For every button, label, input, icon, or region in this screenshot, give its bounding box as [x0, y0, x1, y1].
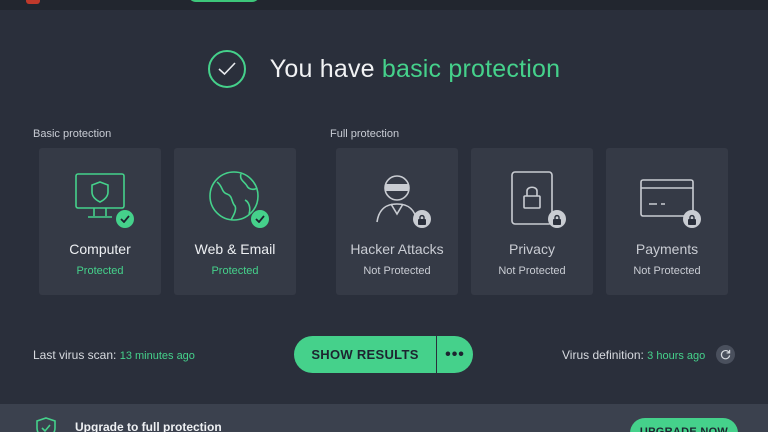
last-scan-label: Last virus scan: [33, 348, 120, 362]
top-action-button[interactable] [188, 0, 260, 2]
card-privacy[interactable]: Privacy Not Protected [471, 148, 593, 295]
card-title: Computer [69, 241, 131, 257]
upgrade-banner: Upgrade to full protection UPGRADE NOW [0, 404, 768, 432]
privacy-lock-icon [502, 168, 566, 228]
card-title: Hacker Attacks [350, 241, 444, 257]
scan-bar: Last virus scan: 13 minutes ago SHOW RES… [0, 336, 768, 374]
show-results-button[interactable]: SHOW RESULTS [294, 336, 436, 373]
card-web-email[interactable]: Web & Email Protected [174, 148, 296, 295]
basic-protection-label: Basic protection [33, 128, 112, 140]
card-status: Not Protected [633, 265, 701, 277]
page-title: You have basic protection [270, 55, 560, 84]
more-options-button[interactable]: ••• [437, 336, 473, 373]
last-virus-scan: Last virus scan: 13 minutes ago [33, 348, 195, 362]
protection-status-header: You have basic protection [0, 48, 768, 90]
card-payments[interactable]: Payments Not Protected [606, 148, 728, 295]
card-hacker-attacks[interactable]: Hacker Attacks Not Protected [336, 148, 458, 295]
card-title: Web & Email [194, 241, 276, 257]
protected-check-badge [251, 210, 269, 228]
lock-badge-icon [413, 210, 431, 228]
title-accent: basic protection [381, 54, 561, 83]
shield-check-icon [34, 416, 58, 432]
check-circle-icon [207, 50, 246, 88]
card-status: Protected [76, 265, 124, 277]
card-status: Not Protected [363, 265, 431, 277]
card-status: Not Protected [498, 265, 566, 277]
card-title: Payments [635, 241, 699, 257]
card-title: Privacy [509, 241, 555, 257]
virus-definition: Virus definition: 3 hours ago [562, 348, 705, 362]
upgrade-now-button[interactable]: UPGRADE NOW [630, 418, 738, 432]
lock-badge-icon [548, 210, 566, 228]
upgrade-text: Upgrade to full protection [75, 420, 222, 432]
credit-card-icon [637, 168, 701, 228]
refresh-icon[interactable] [716, 345, 735, 364]
full-protection-label: Full protection [330, 128, 400, 140]
card-computer[interactable]: Computer Protected [39, 148, 161, 295]
virus-definition-label: Virus definition: [562, 348, 648, 362]
last-scan-value: 13 minutes ago [119, 350, 195, 362]
protected-check-badge [116, 210, 134, 228]
virus-definition-value: 3 hours ago [647, 350, 706, 362]
card-status: Protected [211, 265, 259, 277]
monitor-shield-icon [70, 168, 134, 228]
top-bar [0, 0, 768, 10]
lock-badge-icon [683, 210, 701, 228]
title-prefix: You have [269, 54, 382, 83]
globe-icon [205, 168, 269, 228]
hacker-icon [367, 168, 431, 228]
app-logo[interactable] [26, 0, 40, 4]
